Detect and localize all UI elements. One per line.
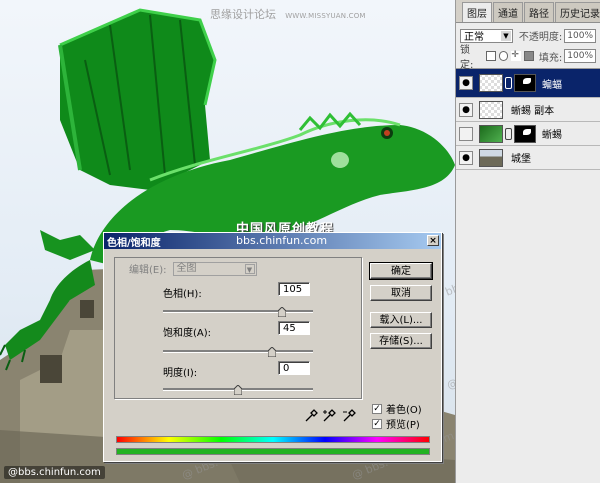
edit-label: 编辑(E): (129, 265, 167, 276)
chevron-down-icon: ▼ (500, 30, 511, 41)
cancel-button[interactable]: 取消 (370, 285, 432, 301)
adjustment-group: 编辑(E): 全图 ▼ 色相(H): 105 饱和度(A): 45 明度(I):… (114, 257, 362, 399)
layers-panel: 图层 通道 路径 历史记录 正常 ▼ 不透明度: 100% 锁定: ✛ 填充: … (455, 0, 600, 483)
bottom-url-label: @bbs.chinfun.com (4, 466, 105, 479)
lock-transparency-icon[interactable] (485, 51, 496, 61)
banner-url: bbs.chinfun.com (236, 234, 328, 247)
eye-icon[interactable]: ● (459, 102, 473, 117)
ok-button[interactable]: 确定 (369, 262, 433, 280)
layer-row-castle[interactable]: ● 城堡 (456, 146, 600, 170)
hue-label: 色相(H): (163, 289, 202, 300)
opacity-label: 不透明度: (518, 32, 563, 43)
layer-mask-thumbnail[interactable] (514, 74, 536, 92)
colorize-checkbox-row[interactable]: ✓ 着色(O) (372, 401, 422, 416)
layer-name: 城堡 (511, 154, 531, 165)
lock-all-icon[interactable] (524, 51, 534, 61)
tab-history[interactable]: 历史记录 (555, 2, 600, 22)
chevron-down-icon: ▼ (244, 263, 255, 274)
saturation-input[interactable]: 45 (278, 321, 310, 335)
layer-row-bat[interactable]: ● 蝙蝠 (456, 69, 600, 98)
forum-name: 思缘设计论坛 (210, 8, 276, 21)
eyedropper-icon[interactable] (304, 409, 318, 423)
lightness-slider-thumb[interactable] (234, 385, 242, 395)
layer-mask-thumbnail[interactable] (514, 124, 536, 143)
input-hue-spectrum-bar (116, 436, 430, 443)
site-header: 思缘设计论坛 WWW.MISSYUAN.COM (210, 6, 366, 22)
colorize-label: 着色(O) (386, 405, 422, 416)
saturation-slider-track[interactable] (163, 350, 313, 353)
hue-input[interactable]: 105 (278, 282, 310, 296)
colorize-checkbox[interactable]: ✓ (372, 403, 382, 414)
saturation-slider-thumb[interactable] (267, 347, 276, 357)
lock-move-icon[interactable]: ✛ (511, 51, 522, 61)
lock-row: 锁定: ✛ 填充: 100% (456, 45, 600, 71)
link-icon (505, 77, 512, 89)
load-button[interactable]: 载入(L)... (370, 312, 432, 328)
edit-select[interactable]: 全图 ▼ (172, 261, 257, 276)
dragon-wing (58, 8, 217, 190)
blend-mode-value: 正常 (464, 32, 484, 43)
blend-row: 正常 ▼ 不透明度: 100% (456, 23, 600, 46)
lightness-label: 明度(I): (163, 368, 198, 379)
blend-mode-select[interactable]: 正常 ▼ (460, 28, 513, 43)
eye-icon[interactable]: ● (459, 150, 473, 165)
lightness-input[interactable]: 0 (278, 361, 310, 375)
eye-icon[interactable]: ● (459, 76, 473, 90)
tab-layers[interactable]: 图层 (462, 2, 492, 22)
layer-row-lizard[interactable]: 蜥蜴 (456, 122, 600, 146)
layer-thumbnail (479, 74, 503, 92)
hue-slider-thumb[interactable] (277, 307, 286, 317)
layer-name: 蜥蜴 副本 (511, 106, 555, 117)
preview-label: 预览(P) (386, 420, 420, 431)
eyedropper-plus-icon[interactable] (322, 409, 336, 423)
layer-row-lizard-copy[interactable]: ● 蜥蜴 副本 (456, 98, 600, 122)
hue-slider-track[interactable] (163, 310, 313, 313)
saturation-label: 饱和度(A): (163, 328, 212, 339)
preview-checkbox[interactable]: ✓ (372, 418, 382, 429)
lock-label: 锁定: (460, 45, 474, 71)
fill-input[interactable]: 100% (564, 49, 596, 63)
edit-select-value: 全图 (176, 262, 197, 274)
eyedropper-minus-icon[interactable] (342, 409, 356, 423)
forum-url: WWW.MISSYUAN.COM (285, 12, 366, 20)
opacity-input[interactable]: 100% (564, 28, 596, 43)
save-button[interactable]: 存储(S)... (370, 333, 432, 349)
layer-name: 蝙蝠 (542, 79, 562, 91)
layer-thumbnail (479, 148, 503, 167)
tab-channels[interactable]: 通道 (493, 2, 523, 22)
hue-saturation-dialog: 色相/饱和度 × 编辑(E): 全图 ▼ 色相(H): 105 饱和度(A): … (103, 232, 442, 462)
edit-row: 编辑(E): 全图 ▼ (129, 261, 257, 276)
close-button[interactable]: × (427, 235, 439, 246)
layer-thumbnail (479, 100, 503, 119)
preview-checkbox-row[interactable]: ✓ 预览(P) (372, 416, 420, 431)
panel-tabs: 图层 通道 路径 历史记录 (456, 0, 600, 23)
lock-brush-icon[interactable] (498, 51, 509, 61)
layers-list: ● 蝙蝠 ● 蜥蜴 副本 蜥蜴 ● 城堡 (456, 68, 600, 170)
tab-paths[interactable]: 路径 (524, 2, 554, 22)
link-icon (505, 127, 512, 140)
dialog-title: 色相/饱和度 (107, 237, 161, 249)
fill-label: 填充: (538, 52, 563, 64)
layer-name: 蜥蜴 (542, 130, 562, 141)
eye-hidden-icon[interactable] (459, 126, 473, 141)
layer-thumbnail (479, 124, 503, 143)
output-colorize-bar (116, 448, 430, 455)
